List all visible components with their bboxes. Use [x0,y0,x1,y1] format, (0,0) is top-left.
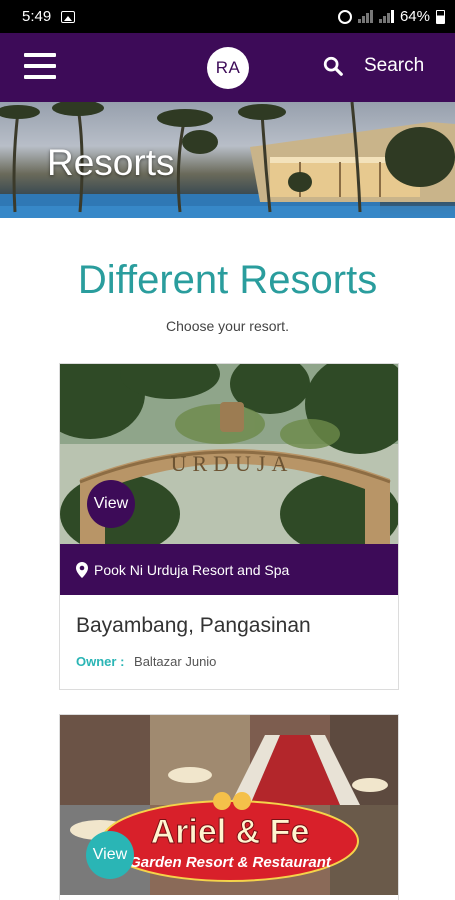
arch-sign: URDUJA [171,451,294,476]
resort-card[interactable]: URDUJA View Pook Ni Urduja Resort and Sp… [59,363,399,690]
view-button[interactable]: View [86,831,134,879]
section-subtitle: Choose your resort. [166,318,289,334]
signal-icon [378,10,394,23]
hamburger-icon[interactable] [24,53,56,81]
image-icon [61,10,76,23]
logo-text: Ariel & Fe [151,813,310,851]
hero-banner: Resorts [0,102,455,218]
view-button[interactable]: View [87,480,135,528]
resort-card[interactable]: Ariel & Fe Garden Resort & Restaurant Vi… [59,714,399,900]
status-bar: 5:49 64% [0,0,455,33]
resort-name: Pook Ni Urduja Resort and Spa [94,561,290,578]
section-title: Different Resorts [77,258,378,302]
status-time: 5:49 [22,8,52,25]
app-bar: RA Search [0,33,455,102]
owner-name: Baltazar Junio [134,654,217,669]
alarm-icon [337,9,352,24]
owner-label: Owner : [76,654,125,669]
search-button[interactable]: Search [322,55,424,77]
search-label: Search [364,55,425,76]
resort-owner: Owner : Baltazar Junio [76,654,216,669]
logo-subtitle: Garden Resort & Restaurant [129,854,332,871]
avatar[interactable]: RA [207,47,249,89]
resort-name-bar[interactable]: Pook Ni Urduja Resort and Spa [60,544,398,595]
location-pin-icon [76,561,88,578]
resort-location: Bayambang, Pangasinan [76,614,311,637]
search-icon [323,56,343,76]
hero-title: Resorts [47,142,175,183]
signal-icon [357,10,373,23]
battery-icon [436,9,445,24]
battery-percent: 64% [399,8,430,25]
